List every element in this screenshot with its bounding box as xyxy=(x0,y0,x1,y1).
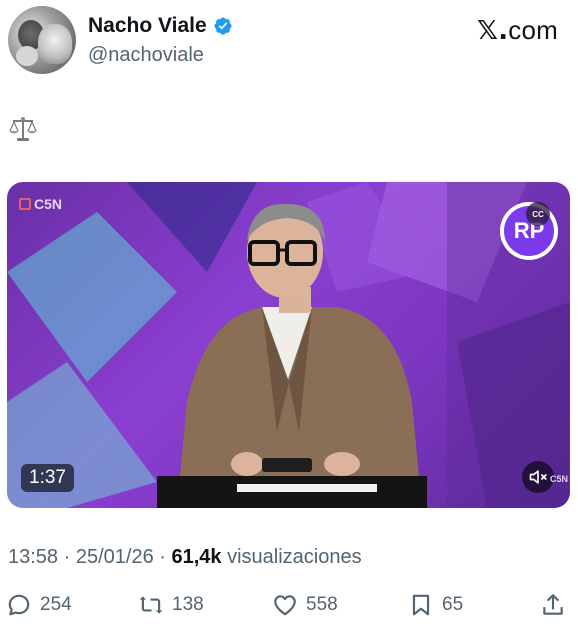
avatar[interactable] xyxy=(8,6,76,74)
channel-logo: C5N xyxy=(19,196,62,212)
video-frame xyxy=(7,182,570,508)
video-player[interactable]: C5N RP CC 1:37 C5N xyxy=(7,182,570,508)
reply-button[interactable]: 254 xyxy=(6,592,72,618)
channel-logo-text: C5N xyxy=(34,196,63,212)
bookmark-button[interactable]: 65 xyxy=(408,592,463,618)
site-label: 𝕏.com xyxy=(477,15,558,46)
bookmark-count: 65 xyxy=(442,594,464,615)
repost-count: 138 xyxy=(172,594,204,615)
bookmark-icon xyxy=(412,594,430,616)
avatar-dog xyxy=(38,24,72,64)
video-duration: 1:37 xyxy=(21,464,74,492)
handle[interactable]: @nachoviale xyxy=(88,44,204,67)
closed-captions-icon[interactable]: CC xyxy=(526,202,550,226)
share-button[interactable] xyxy=(540,592,566,618)
video-watermark: C5N xyxy=(549,474,568,484)
separator: · xyxy=(153,546,172,568)
balance-scale-icon xyxy=(9,117,37,141)
reply-count: 254 xyxy=(40,594,72,615)
action-bar: 254 138 558 65 xyxy=(0,592,578,628)
x-logo-icon: 𝕏. xyxy=(477,16,509,46)
post-metadata: 13:58 · 25/01/26 · 61,4k visualizaciones xyxy=(8,546,362,569)
post-time[interactable]: 13:58 xyxy=(8,546,58,568)
name-row: Nacho Viale xyxy=(88,14,233,38)
separator: · xyxy=(58,546,76,568)
share-icon xyxy=(543,594,563,615)
post-header: Nacho Viale @nachoviale 𝕏.com xyxy=(0,0,578,80)
display-name[interactable]: Nacho Viale xyxy=(88,14,207,38)
speaker-muted-icon xyxy=(529,470,547,484)
views-label: visualizaciones xyxy=(221,546,362,568)
views-count: 61,4k xyxy=(171,546,222,568)
reply-icon xyxy=(8,594,30,616)
channel-logo-box-icon xyxy=(19,198,31,210)
heart-icon xyxy=(274,595,296,616)
verified-badge-icon xyxy=(214,17,232,35)
repost-button[interactable]: 138 xyxy=(138,592,204,618)
post-date[interactable]: 25/01/26 xyxy=(76,546,154,568)
repost-icon xyxy=(139,596,163,614)
site-domain: com xyxy=(508,15,558,45)
like-button[interactable]: 558 xyxy=(272,592,338,618)
avatar-puppy xyxy=(16,46,38,66)
like-count: 558 xyxy=(306,594,338,615)
